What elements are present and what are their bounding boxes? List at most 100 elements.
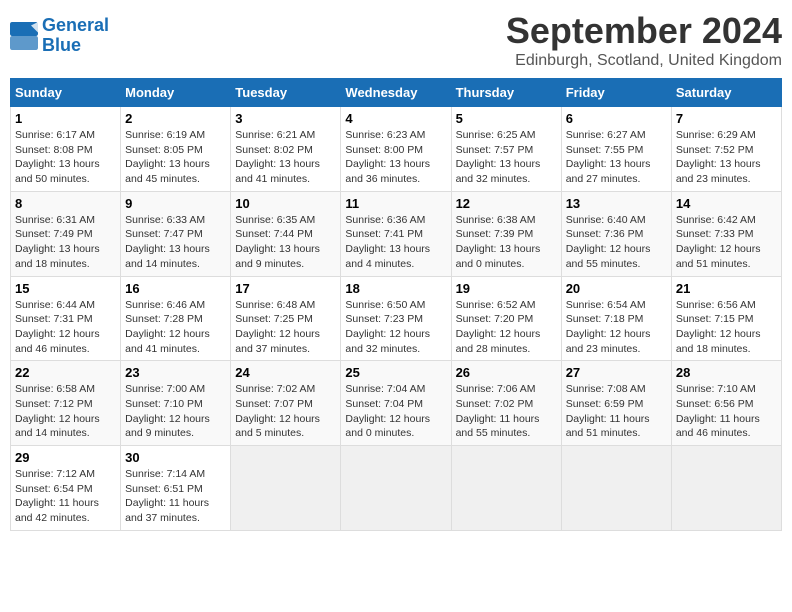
calendar-cell: 9 Sunrise: 6:33 AM Sunset: 7:47 PM Daylig… [121,191,231,276]
day-number: 6 [566,111,667,126]
day-info: Sunrise: 6:52 AM Sunset: 7:20 PM Dayligh… [456,298,557,357]
header-wednesday: Wednesday [341,79,451,107]
calendar-cell: 21Sunrise: 6:56 AM Sunset: 7:15 PM Dayli… [671,276,781,361]
calendar-cell: 16 Sunrise: 6:46 AM Sunset: 7:28 PM Dayli… [121,276,231,361]
day-number: 14 [676,196,777,211]
month-title: September 2024 [506,10,782,52]
day-info: Sunrise: 6:33 AM Sunset: 7:47 PM Dayligh… [125,213,226,272]
day-number: 19 [456,281,557,296]
calendar-week-row: 22 Sunrise: 6:58 AM Sunset: 7:12 PM Dayli… [11,361,782,446]
header-tuesday: Tuesday [231,79,341,107]
day-number: 16 [125,281,226,296]
day-info: Sunrise: 6:58 AM Sunset: 7:12 PM Dayligh… [15,382,116,441]
day-info: Sunrise: 6:44 AM Sunset: 7:31 PM Dayligh… [15,298,116,357]
day-number: 8 [15,196,116,211]
day-info: Sunrise: 6:48 AM Sunset: 7:25 PM Dayligh… [235,298,336,357]
calendar-cell: 12 Sunrise: 6:38 AM Sunset: 7:39 PM Dayli… [451,191,561,276]
calendar-week-row: 29 Sunrise: 7:12 AM Sunset: 6:54 PM Dayli… [11,446,782,531]
header-monday: Monday [121,79,231,107]
calendar-cell: 13 Sunrise: 6:40 AM Sunset: 7:36 PM Dayli… [561,191,671,276]
day-number: 4 [345,111,446,126]
day-number: 17 [235,281,336,296]
day-info: Sunrise: 7:14 AM Sunset: 6:51 PM Dayligh… [125,467,226,526]
day-info: Sunrise: 7:00 AM Sunset: 7:10 PM Dayligh… [125,382,226,441]
day-info: Sunrise: 6:21 AM Sunset: 8:02 PM Dayligh… [235,128,336,187]
day-number: 21 [676,281,777,296]
calendar-cell: 30Sunrise: 7:14 AM Sunset: 6:51 PM Dayli… [121,446,231,531]
logo: General Blue [10,16,109,56]
day-number: 24 [235,365,336,380]
day-info: Sunrise: 6:29 AM Sunset: 7:52 PM Dayligh… [676,128,777,187]
logo-icon [10,22,38,50]
calendar-header-row: SundayMondayTuesdayWednesdayThursdayFrid… [11,79,782,107]
day-info: Sunrise: 6:25 AM Sunset: 7:57 PM Dayligh… [456,128,557,187]
day-info: Sunrise: 7:08 AM Sunset: 6:59 PM Dayligh… [566,382,667,441]
logo-text: General Blue [42,16,109,56]
calendar-week-row: 15 Sunrise: 6:44 AM Sunset: 7:31 PM Dayli… [11,276,782,361]
day-number: 20 [566,281,667,296]
day-number: 28 [676,365,777,380]
calendar-cell: 15 Sunrise: 6:44 AM Sunset: 7:31 PM Dayli… [11,276,121,361]
calendar-cell: 22 Sunrise: 6:58 AM Sunset: 7:12 PM Dayli… [11,361,121,446]
day-number: 12 [456,196,557,211]
day-number: 27 [566,365,667,380]
day-number: 13 [566,196,667,211]
day-number: 2 [125,111,226,126]
day-number: 22 [15,365,116,380]
header-saturday: Saturday [671,79,781,107]
day-number: 7 [676,111,777,126]
day-info: Sunrise: 6:38 AM Sunset: 7:39 PM Dayligh… [456,213,557,272]
day-info: Sunrise: 6:46 AM Sunset: 7:28 PM Dayligh… [125,298,226,357]
day-number: 18 [345,281,446,296]
day-info: Sunrise: 6:23 AM Sunset: 8:00 PM Dayligh… [345,128,446,187]
calendar-cell: 1 Sunrise: 6:17 AM Sunset: 8:08 PM Daylig… [11,107,121,192]
calendar-cell: 28Sunrise: 7:10 AM Sunset: 6:56 PM Dayli… [671,361,781,446]
calendar-cell [561,446,671,531]
header-friday: Friday [561,79,671,107]
calendar-cell: 6 Sunrise: 6:27 AM Sunset: 7:55 PM Daylig… [561,107,671,192]
day-info: Sunrise: 6:19 AM Sunset: 8:05 PM Dayligh… [125,128,226,187]
day-number: 1 [15,111,116,126]
calendar-cell: 8 Sunrise: 6:31 AM Sunset: 7:49 PM Daylig… [11,191,121,276]
day-number: 11 [345,196,446,211]
day-info: Sunrise: 6:36 AM Sunset: 7:41 PM Dayligh… [345,213,446,272]
day-info: Sunrise: 7:06 AM Sunset: 7:02 PM Dayligh… [456,382,557,441]
day-info: Sunrise: 6:31 AM Sunset: 7:49 PM Dayligh… [15,213,116,272]
calendar-cell: 29 Sunrise: 7:12 AM Sunset: 6:54 PM Dayli… [11,446,121,531]
day-info: Sunrise: 6:50 AM Sunset: 7:23 PM Dayligh… [345,298,446,357]
day-number: 5 [456,111,557,126]
title-block: September 2024 Edinburgh, Scotland, Unit… [506,10,782,70]
day-number: 10 [235,196,336,211]
calendar-cell: 14Sunrise: 6:42 AM Sunset: 7:33 PM Dayli… [671,191,781,276]
location-title: Edinburgh, Scotland, United Kingdom [506,52,782,70]
page-header: General Blue September 2024 Edinburgh, S… [10,10,782,70]
calendar-cell: 18 Sunrise: 6:50 AM Sunset: 7:23 PM Dayli… [341,276,451,361]
day-number: 29 [15,450,116,465]
calendar-cell: 17 Sunrise: 6:48 AM Sunset: 7:25 PM Dayli… [231,276,341,361]
day-info: Sunrise: 6:40 AM Sunset: 7:36 PM Dayligh… [566,213,667,272]
calendar-cell [341,446,451,531]
day-info: Sunrise: 6:27 AM Sunset: 7:55 PM Dayligh… [566,128,667,187]
calendar-cell [231,446,341,531]
day-number: 15 [15,281,116,296]
calendar-week-row: 8 Sunrise: 6:31 AM Sunset: 7:49 PM Daylig… [11,191,782,276]
header-thursday: Thursday [451,79,561,107]
day-info: Sunrise: 7:04 AM Sunset: 7:04 PM Dayligh… [345,382,446,441]
day-number: 26 [456,365,557,380]
calendar-cell: 26 Sunrise: 7:06 AM Sunset: 7:02 PM Dayli… [451,361,561,446]
calendar-cell: 3Sunrise: 6:21 AM Sunset: 8:02 PM Daylig… [231,107,341,192]
logo-line2: Blue [42,35,81,55]
day-info: Sunrise: 6:54 AM Sunset: 7:18 PM Dayligh… [566,298,667,357]
calendar-table: SundayMondayTuesdayWednesdayThursdayFrid… [10,78,782,531]
day-number: 9 [125,196,226,211]
logo-line1: General [42,15,109,35]
calendar-cell: 23Sunrise: 7:00 AM Sunset: 7:10 PM Dayli… [121,361,231,446]
day-info: Sunrise: 6:17 AM Sunset: 8:08 PM Dayligh… [15,128,116,187]
day-number: 25 [345,365,446,380]
calendar-cell: 27 Sunrise: 7:08 AM Sunset: 6:59 PM Dayli… [561,361,671,446]
calendar-cell: 24Sunrise: 7:02 AM Sunset: 7:07 PM Dayli… [231,361,341,446]
calendar-cell [671,446,781,531]
day-info: Sunrise: 7:12 AM Sunset: 6:54 PM Dayligh… [15,467,116,526]
calendar-cell: 20 Sunrise: 6:54 AM Sunset: 7:18 PM Dayli… [561,276,671,361]
calendar-cell: 5 Sunrise: 6:25 AM Sunset: 7:57 PM Daylig… [451,107,561,192]
